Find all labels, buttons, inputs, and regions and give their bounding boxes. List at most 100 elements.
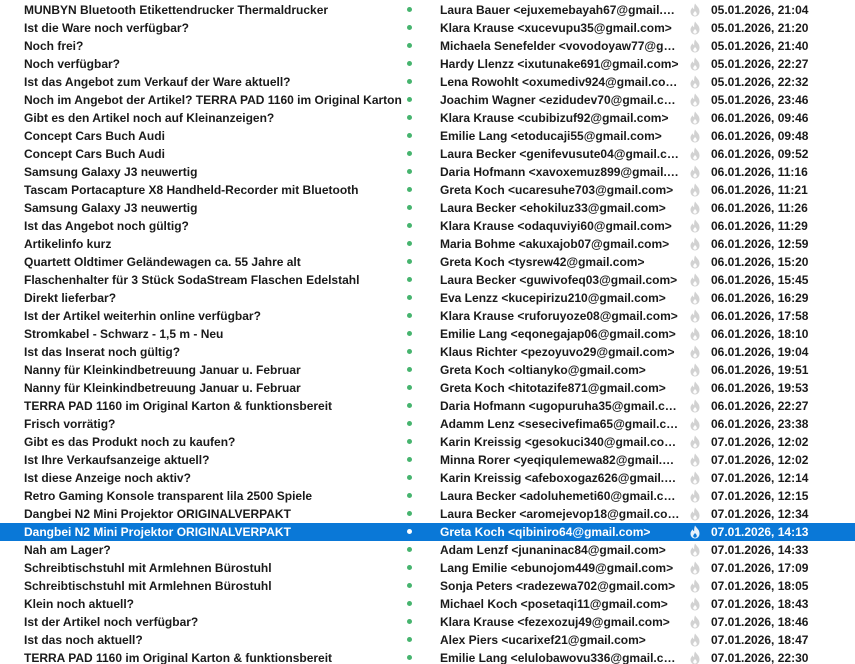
flame-icon[interactable] <box>689 613 703 631</box>
unread-dot-icon[interactable] <box>403 307 417 325</box>
message-row[interactable]: Ist das noch aktuell? Alex Piers <ucarixe… <box>0 631 855 649</box>
flame-icon[interactable] <box>689 523 703 541</box>
flame-icon[interactable] <box>689 109 703 127</box>
flame-icon[interactable] <box>689 199 703 217</box>
message-row[interactable]: Tascam Portacapture X8 Handheld-Recorder… <box>0 181 855 199</box>
message-row[interactable]: Nanny für Kleinkindbetreuung Januar u. F… <box>0 379 855 397</box>
unread-dot-icon[interactable] <box>403 19 417 37</box>
unread-dot-icon[interactable] <box>403 613 417 631</box>
message-row[interactable]: TERRA PAD 1160 im Original Karton & funk… <box>0 397 855 415</box>
unread-dot-icon[interactable] <box>403 253 417 271</box>
unread-dot-icon[interactable] <box>403 541 417 559</box>
message-row[interactable]: Nah am Lager? Adam Lenzf <junaninac84@gma… <box>0 541 855 559</box>
unread-dot-icon[interactable] <box>403 217 417 235</box>
message-row[interactable]: Stromkabel - Schwarz - 1,5 m - Neu Emilie… <box>0 325 855 343</box>
flame-icon[interactable] <box>689 271 703 289</box>
message-row[interactable]: Flaschenhalter für 3 Stück SodaStream Fl… <box>0 271 855 289</box>
message-row[interactable]: Frisch vorrätig? Adamm Lenz <sesecivefima… <box>0 415 855 433</box>
unread-dot-icon[interactable] <box>403 649 417 664</box>
message-row[interactable]: TERRA PAD 1160 im Original Karton & funk… <box>0 649 855 664</box>
flame-icon[interactable] <box>689 433 703 451</box>
message-row[interactable]: Direkt lieferbar? Eva Lenzz <kucepirizu21… <box>0 289 855 307</box>
message-row[interactable]: Ist der Artikel weiterhin online verfügb… <box>0 307 855 325</box>
flame-icon[interactable] <box>689 55 703 73</box>
unread-dot-icon[interactable] <box>403 451 417 469</box>
flame-icon[interactable] <box>689 145 703 163</box>
message-row[interactable]: Ist der Artikel noch verfügbar? Klara Kra… <box>0 613 855 631</box>
message-row[interactable]: Gibt es den Artikel noch auf Kleinanzeig… <box>0 109 855 127</box>
unread-dot-icon[interactable] <box>403 379 417 397</box>
message-row[interactable]: Concept Cars Buch Audi Emilie Lang <etodu… <box>0 127 855 145</box>
flame-icon[interactable] <box>689 505 703 523</box>
flame-icon[interactable] <box>689 577 703 595</box>
flame-icon[interactable] <box>689 307 703 325</box>
flame-icon[interactable] <box>689 595 703 613</box>
message-row[interactable]: MUNBYN Bluetooth Etikettendrucker Therma… <box>0 1 855 19</box>
message-row[interactable]: Ist das Inserat noch gültig? Klaus Richte… <box>0 343 855 361</box>
flame-icon[interactable] <box>689 469 703 487</box>
flame-icon[interactable] <box>689 91 703 109</box>
message-row[interactable]: Ist das Angebot zum Verkauf der Ware akt… <box>0 73 855 91</box>
message-row[interactable]: Concept Cars Buch Audi Laura Becker <geni… <box>0 145 855 163</box>
flame-icon[interactable] <box>689 127 703 145</box>
message-row[interactable]: Gibt es das Produkt noch zu kaufen? Karin… <box>0 433 855 451</box>
flame-icon[interactable] <box>689 19 703 37</box>
flame-icon[interactable] <box>689 397 703 415</box>
unread-dot-icon[interactable] <box>403 559 417 577</box>
message-row[interactable]: Noch frei? Michaela Senefelder <vovodoyaw… <box>0 37 855 55</box>
message-row-selected[interactable]: Dangbei N2 Mini Projektor ORIGINALVERPAK… <box>0 523 855 541</box>
unread-dot-icon[interactable] <box>403 235 417 253</box>
unread-dot-icon[interactable] <box>403 289 417 307</box>
message-row[interactable]: Retro Gaming Konsole transparent lila 25… <box>0 487 855 505</box>
message-row[interactable]: Dangbei N2 Mini Projektor ORIGINALVERPAK… <box>0 505 855 523</box>
flame-icon[interactable] <box>689 325 703 343</box>
message-row[interactable]: Artikelinfo kurz Maria Bohme <akuxajob07@… <box>0 235 855 253</box>
unread-dot-icon[interactable] <box>403 415 417 433</box>
flame-icon[interactable] <box>689 451 703 469</box>
flame-icon[interactable] <box>689 1 703 19</box>
flame-icon[interactable] <box>689 361 703 379</box>
unread-dot-icon[interactable] <box>403 631 417 649</box>
unread-dot-icon[interactable] <box>403 73 417 91</box>
unread-dot-icon[interactable] <box>403 325 417 343</box>
unread-dot-icon[interactable] <box>403 181 417 199</box>
unread-dot-icon[interactable] <box>403 469 417 487</box>
flame-icon[interactable] <box>689 217 703 235</box>
unread-dot-icon[interactable] <box>403 199 417 217</box>
unread-dot-icon[interactable] <box>403 271 417 289</box>
message-row[interactable]: Samsung Galaxy J3 neuwertig Laura Becker … <box>0 199 855 217</box>
unread-dot-icon[interactable] <box>403 487 417 505</box>
message-row[interactable]: Samsung Galaxy J3 neuwertig Daria Hofmann… <box>0 163 855 181</box>
unread-dot-icon[interactable] <box>403 127 417 145</box>
unread-dot-icon[interactable] <box>403 577 417 595</box>
unread-dot-icon[interactable] <box>403 145 417 163</box>
flame-icon[interactable] <box>689 181 703 199</box>
unread-dot-icon[interactable] <box>403 397 417 415</box>
flame-icon[interactable] <box>689 631 703 649</box>
unread-dot-icon[interactable] <box>403 361 417 379</box>
flame-icon[interactable] <box>689 235 703 253</box>
message-row[interactable]: Quartett Oldtimer Geländewagen ca. 55 Ja… <box>0 253 855 271</box>
unread-dot-icon[interactable] <box>403 1 417 19</box>
unread-dot-icon[interactable] <box>403 343 417 361</box>
unread-dot-icon[interactable] <box>403 163 417 181</box>
message-row[interactable]: Nanny für Kleinkindbetreuung Januar u. F… <box>0 361 855 379</box>
flame-icon[interactable] <box>689 649 703 664</box>
message-row[interactable]: Klein noch aktuell? Michael Koch <posetaq… <box>0 595 855 613</box>
flame-icon[interactable] <box>689 289 703 307</box>
flame-icon[interactable] <box>689 379 703 397</box>
unread-dot-icon[interactable] <box>403 433 417 451</box>
flame-icon[interactable] <box>689 487 703 505</box>
message-row[interactable]: Ist die Ware noch verfügbar? Klara Krause… <box>0 19 855 37</box>
message-row[interactable]: Schreibtischstuhl mit Armlehnen Bürostuh… <box>0 577 855 595</box>
message-row[interactable]: Schreibtischstuhl mit Armlehnen Bürostuh… <box>0 559 855 577</box>
flame-icon[interactable] <box>689 37 703 55</box>
unread-dot-icon[interactable] <box>403 505 417 523</box>
message-row[interactable]: Noch im Angebot der Artikel? TERRA PAD 1… <box>0 91 855 109</box>
flame-icon[interactable] <box>689 163 703 181</box>
flame-icon[interactable] <box>689 73 703 91</box>
unread-dot-icon[interactable] <box>403 523 417 541</box>
flame-icon[interactable] <box>689 253 703 271</box>
flame-icon[interactable] <box>689 343 703 361</box>
message-row[interactable]: Ist Ihre Verkaufsanzeige aktuell? Minna R… <box>0 451 855 469</box>
